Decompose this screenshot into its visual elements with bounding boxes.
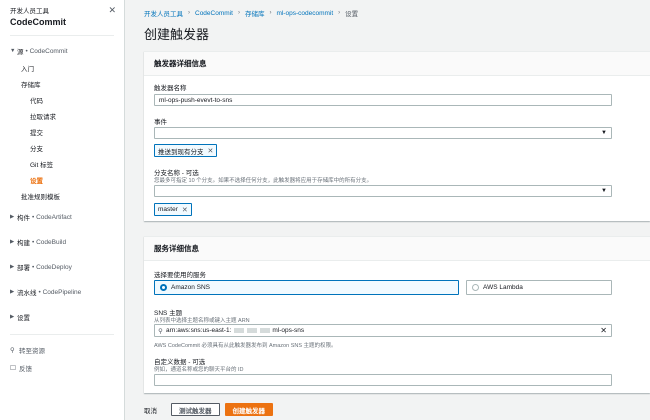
sidebar-item-repositories[interactable]: 存储库 xyxy=(0,76,124,92)
sidebar-feedback[interactable]: ☐ 反馈 xyxy=(0,359,124,377)
sidebar-divider xyxy=(10,334,114,335)
event-token-label: 推送到现有分支 xyxy=(158,148,204,156)
sidebar-group-label: 构件 xyxy=(17,215,30,222)
caret-down-icon: ▼ xyxy=(601,130,607,136)
trigger-name-value: ml-ops-push-evevt-to-sns xyxy=(159,96,233,104)
form-actions: 取消 测试触发器 创建触发器 xyxy=(144,403,278,416)
caret-right-icon: ▶ xyxy=(10,239,15,245)
sidebar-group-sub: • CodePipeline xyxy=(38,288,82,296)
caret-down-icon: ▼ xyxy=(10,48,16,54)
remove-token-icon[interactable]: ✕ xyxy=(208,147,214,155)
sidebar-group-sub: • CodeDeploy xyxy=(32,263,72,271)
sidebar-group-settings[interactable]: ▶ 设置 xyxy=(0,308,124,326)
sidebar-item-code[interactable]: 代码 xyxy=(0,92,124,108)
breadcrumb-codecommit[interactable]: CodeCommit xyxy=(195,10,233,17)
events-select[interactable]: ▼ xyxy=(154,127,612,139)
sidebar-group-artifact[interactable]: ▶ 构件 • CodeArtifact xyxy=(0,208,124,226)
trigger-details-panel: 触发器详细信息 触发器名称 ml-ops-push-evevt-to-sns 事… xyxy=(144,51,650,221)
breadcrumb-repositories[interactable]: 存储库 xyxy=(245,8,265,18)
sidebar-group-sub: • CodeBuild xyxy=(32,238,67,246)
custom-data-description: 例如，通道名称或您的聊天平台的 ID xyxy=(154,367,244,373)
sidebar: 开发人员工具 CodeCommit ✕ ▼ 源 • CodeCommit 入门 … xyxy=(0,0,125,420)
sns-value-suffix: ml-ops-sns xyxy=(272,327,305,334)
search-icon: ⚲ xyxy=(158,327,163,335)
sns-topic-search[interactable]: ⚲ arn:aws:sns:us-east-1: ml-ops-sns ✕ xyxy=(154,324,612,337)
go-to-resource-label: 转至资源 xyxy=(19,348,45,355)
breadcrumb: 开发人员工具 › CodeCommit › 存储库 › ml-ops-codec… xyxy=(144,8,359,19)
close-sidebar-icon[interactable]: ✕ xyxy=(108,5,116,16)
test-trigger-button[interactable]: 测试触发器 xyxy=(171,403,220,416)
chevron-right-icon: › xyxy=(188,10,190,16)
trigger-name-label: 触发器名称 xyxy=(154,85,187,92)
breadcrumb-dev-tools[interactable]: 开发人员工具 xyxy=(144,8,183,18)
sidebar-group-label: 源 xyxy=(17,49,24,56)
branch-token-label: master xyxy=(158,206,178,213)
service-details-panel: 服务详细信息 选择要使用的服务 Amazon SNS AWS Lambda SN… xyxy=(144,236,650,393)
branch-select[interactable]: ▼ xyxy=(154,185,612,197)
panel-heading: 服务详细信息 xyxy=(144,237,650,261)
custom-data-input[interactable] xyxy=(154,374,612,386)
sns-topic-description: 从列表中选择主题名称或键入主题 ARN xyxy=(154,318,250,324)
sidebar-go-to-resource[interactable]: ⚲ 转至资源 xyxy=(0,341,124,359)
sidebar-group-label: 设置 xyxy=(17,315,30,322)
radio-amazon-sns[interactable]: Amazon SNS xyxy=(154,280,459,295)
sidebar-item-commits[interactable]: 提交 xyxy=(0,124,124,140)
radio-label: Amazon SNS xyxy=(171,284,211,291)
sidebar-item-settings-active[interactable]: 设置 xyxy=(0,172,124,188)
service-select-label: 选择要使用的服务 xyxy=(154,272,206,279)
redaction-block xyxy=(247,328,258,333)
sidebar-service-label[interactable]: 开发人员工具 xyxy=(10,5,114,15)
sidebar-item-git-tags[interactable]: Git 标签 xyxy=(0,156,124,172)
main-content: 开发人员工具 › CodeCommit › 存储库 › ml-ops-codec… xyxy=(140,0,650,420)
sidebar-group-source[interactable]: ▼ 源 • CodeCommit xyxy=(0,42,124,60)
redaction-block xyxy=(260,328,271,333)
caret-right-icon: ▶ xyxy=(10,289,15,295)
sidebar-item-pull-requests[interactable]: 拉取请求 xyxy=(0,108,124,124)
caret-right-icon: ▶ xyxy=(10,314,15,320)
sidebar-item-branches[interactable]: 分支 xyxy=(0,140,124,156)
branch-token: master ✕ xyxy=(154,203,192,216)
sidebar-group-pipeline[interactable]: ▶ 流水线 • CodePipeline xyxy=(0,283,124,301)
sidebar-group-label: 流水线 xyxy=(17,290,37,297)
sidebar-group-label: 部署 xyxy=(17,265,30,272)
breadcrumb-repo[interactable]: ml-ops-codecommit xyxy=(276,10,333,17)
caret-down-icon: ▼ xyxy=(601,188,607,194)
event-token: 推送到现有分支 ✕ xyxy=(154,144,218,157)
radio-aws-lambda[interactable]: AWS Lambda xyxy=(466,280,612,295)
branch-description: 您最多可指定 10 个分支。如果不选择任何分支，此触发器将应用于存储库中的所有分… xyxy=(154,178,373,184)
search-icon: ⚲ xyxy=(10,347,15,354)
sns-help-text: AWS CodeCommit 必须具有从此触发器发布到 Amazon SNS 主… xyxy=(154,343,337,349)
sidebar-item-getting-started[interactable]: 入门 xyxy=(0,60,124,76)
chevron-right-icon: › xyxy=(269,10,272,16)
feedback-icon: ☐ xyxy=(10,365,16,372)
sidebar-group-deploy[interactable]: ▶ 部署 • CodeDeploy xyxy=(0,258,124,276)
feedback-label: 反馈 xyxy=(19,366,32,373)
panel-heading: 触发器详细信息 xyxy=(144,52,650,76)
remove-token-icon[interactable]: ✕ xyxy=(182,206,188,214)
page-title: 创建触发器 xyxy=(144,27,210,42)
sidebar-group-label: 构建 xyxy=(17,240,30,247)
sidebar-group-build[interactable]: ▶ 构建 • CodeBuild xyxy=(0,233,124,251)
breadcrumb-current: 设置 xyxy=(345,11,359,18)
sidebar-group-sub: • CodeArtifact xyxy=(32,213,72,221)
sidebar-item-approval-templates[interactable]: 批准规则模板 xyxy=(0,188,124,204)
caret-right-icon: ▶ xyxy=(10,264,15,270)
caret-right-icon: ▶ xyxy=(10,214,15,220)
events-label: 事件 xyxy=(154,119,167,126)
create-trigger-button[interactable]: 创建触发器 xyxy=(224,403,273,416)
radio-selected-icon xyxy=(160,284,167,291)
sidebar-header: 开发人员工具 CodeCommit xyxy=(0,0,124,27)
sidebar-group-sub: • CodeCommit xyxy=(25,47,68,55)
chevron-right-icon: › xyxy=(338,10,341,16)
cancel-button[interactable]: 取消 xyxy=(144,405,157,415)
sns-value-prefix: arn:aws:sns:us-east-1: xyxy=(166,327,232,334)
trigger-name-input[interactable]: ml-ops-push-evevt-to-sns xyxy=(154,94,612,106)
chevron-right-icon: › xyxy=(237,10,240,16)
sidebar-title: CodeCommit xyxy=(10,17,66,27)
radio-unselected-icon xyxy=(472,284,479,291)
sidebar-divider xyxy=(10,35,114,36)
clear-icon[interactable]: ✕ xyxy=(600,326,607,335)
redaction-block xyxy=(234,328,245,333)
radio-label: AWS Lambda xyxy=(483,284,523,291)
